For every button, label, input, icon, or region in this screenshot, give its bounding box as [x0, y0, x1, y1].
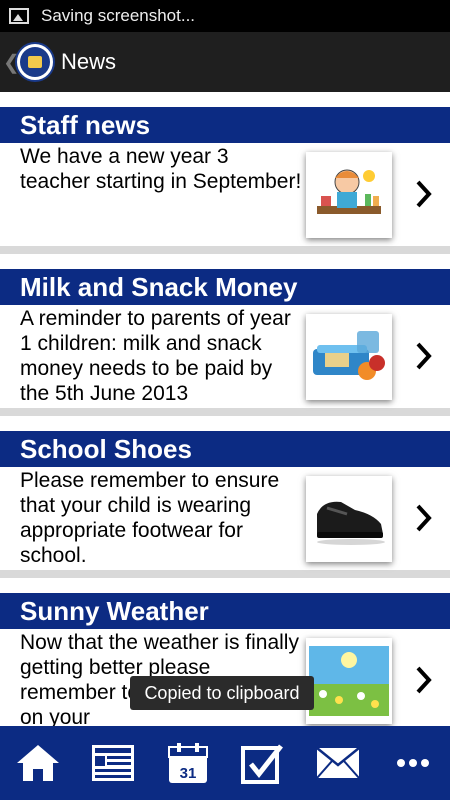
tab-checklist[interactable]: [233, 733, 293, 793]
status-text: Saving screenshot...: [41, 6, 196, 25]
checklist-icon: [240, 744, 283, 784]
action-bar: ❮ News: [0, 32, 450, 92]
news-item-title: School Shoes: [0, 431, 450, 467]
calendar-icon: 31: [167, 743, 208, 783]
chevron-right-icon[interactable]: [414, 341, 434, 371]
image-icon: [9, 8, 29, 24]
teacher-clipart-icon: [306, 152, 392, 238]
page-title: News: [61, 49, 117, 74]
news-list[interactable]: Staff news We have a new year 3 teacher …: [0, 92, 450, 726]
news-item-title: Sunny Weather: [0, 593, 450, 629]
school-logo[interactable]: [15, 42, 55, 82]
news-item-body: A reminder to parents of year 1 children…: [20, 307, 291, 405]
sunny-field-photo-icon: [306, 638, 392, 724]
more-icon: [396, 759, 429, 767]
home-icon: [16, 745, 59, 781]
news-item-title: Milk and Snack Money: [0, 269, 450, 305]
school-shoe-photo-icon: [306, 476, 392, 562]
calendar-day: 31: [179, 765, 196, 782]
news-item-milk-snack-money[interactable]: Milk and Snack Money A reminder to paren…: [0, 254, 450, 408]
chevron-right-icon[interactable]: [414, 503, 434, 533]
tab-newsletter[interactable]: [83, 733, 143, 793]
chevron-right-icon[interactable]: [414, 179, 434, 209]
newsletter-icon: [91, 745, 134, 781]
tab-more[interactable]: [383, 733, 443, 793]
chevron-right-icon[interactable]: [414, 665, 434, 695]
status-bar: Saving screenshot...: [0, 0, 450, 32]
back-chevron-icon[interactable]: ❮: [3, 50, 20, 75]
lunchbox-photo-icon: [306, 314, 392, 400]
news-item-school-shoes[interactable]: School Shoes Please remember to ensure t…: [0, 416, 450, 570]
tab-calendar[interactable]: 31: [158, 733, 218, 793]
toast-message: Copied to clipboard: [130, 676, 314, 710]
bottom-tab-bar: 31: [0, 726, 450, 800]
tab-home[interactable]: [8, 733, 68, 793]
news-item-body: Please remember to ensure that your chil…: [20, 469, 280, 567]
news-item-staff-news[interactable]: Staff news We have a new year 3 teacher …: [0, 92, 450, 246]
mail-icon: [315, 747, 360, 779]
tab-mail[interactable]: [308, 733, 368, 793]
news-item-title: Staff news: [0, 107, 450, 143]
news-item-body: We have a new year 3 teacher starting in…: [20, 145, 302, 193]
